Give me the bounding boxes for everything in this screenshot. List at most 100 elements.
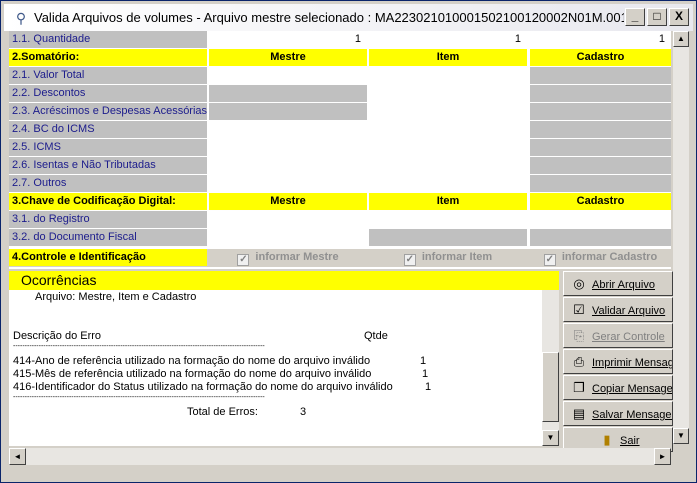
- registro-item: [369, 211, 527, 228]
- quantidade-mestre: 1: [209, 31, 367, 48]
- error-415: 415-Mês de referência utilizado na forma…: [13, 368, 372, 380]
- label-valor-total: 2.1. Valor Total: [9, 67, 207, 84]
- ocorrencias-title: Ocorrências: [9, 271, 559, 290]
- app-icon: ⚲: [15, 9, 27, 26]
- error-414: 414-Ano de referência utilizado na forma…: [13, 355, 371, 367]
- documento-cadastro: [530, 229, 671, 246]
- ocorrencias-text[interactable]: Arquivo: Mestre, Item e Cadastro Descriç…: [9, 290, 542, 446]
- ocorrencias-arquivo: Arquivo: Mestre, Item e Cadastro: [35, 291, 197, 303]
- registro-mestre: [209, 211, 367, 228]
- bc-icms-mestre: [209, 121, 367, 138]
- check-icon: ✓: [403, 254, 416, 266]
- total-label: Total de Erros:: [187, 406, 258, 418]
- validation-grid: 1.1. Quantidade 1 1 1 2.Somatório: Mestr…: [9, 31, 671, 269]
- ocorrencias-scroll-thumb[interactable]: [542, 352, 559, 422]
- informar-mestre-label: informar Mestre: [255, 251, 339, 263]
- row-bc-icms: 2.4. BC do ICMS: [9, 121, 671, 139]
- descontos-mestre: [209, 85, 367, 102]
- outros-mestre: [209, 175, 367, 192]
- label-isentas: 2.6. Isentas e Não Tributadas: [9, 157, 207, 174]
- label-descontos: 2.2. Descontos: [9, 85, 207, 102]
- informar-cadastro-label: informar Cadastro: [561, 251, 658, 263]
- row-outros: 2.7. Outros: [9, 175, 671, 193]
- ocorrencias-scroll-down[interactable]: ▼: [542, 430, 559, 446]
- main-vertical-scrollbar[interactable]: ▲ ▼: [673, 31, 689, 444]
- label-do-registro: 3.1. do Registro: [9, 211, 207, 228]
- label-icms: 2.5. ICMS: [9, 139, 207, 156]
- somatorio-header: 2.Somatório:: [9, 49, 207, 66]
- isentas-cadastro: [530, 157, 671, 174]
- bc-icms-cadastro: [530, 121, 671, 138]
- row-do-registro: 3.1. do Registro: [9, 211, 671, 229]
- somatorio-col-cadastro: Cadastro: [530, 49, 671, 66]
- scroll-up-button[interactable]: ▲: [673, 31, 689, 47]
- row-chave-header: 3.Chave de Codificação Digital: Mestre I…: [9, 193, 671, 211]
- window-title: Valida Arquivos de volumes - Arquivo mes…: [34, 10, 624, 25]
- label-acrescimos: 2.3. Acréscimos e Despesas Acessórias: [9, 103, 207, 120]
- controle-header: 4.Controle e Identificação: [9, 249, 207, 266]
- error-415-qtde: 1: [422, 368, 429, 380]
- row-isentas: 2.6. Isentas e Não Tributadas: [9, 157, 671, 175]
- outros-cadastro: [530, 175, 671, 192]
- imprimir-mensagens-button[interactable]: ⎙Imprimir Mensagens: [563, 349, 673, 374]
- valor-total-item: [369, 67, 527, 84]
- error-416-qtde: 1: [425, 381, 432, 393]
- abrir-arquivo-button[interactable]: ◎ Abrir Arquivo: [563, 271, 673, 296]
- informar-item-checkbox[interactable]: ✓ informar Item: [369, 249, 527, 266]
- main-horizontal-scrollbar[interactable]: ◄ ►: [9, 448, 671, 465]
- error-414-qtde: 1: [420, 355, 427, 367]
- isentas-item: [369, 157, 527, 174]
- row-quantidade: 1.1. Quantidade 1 1 1: [9, 31, 671, 49]
- row-valor-total: 2.1. Valor Total: [9, 67, 671, 85]
- informar-item-label: informar Item: [421, 251, 493, 263]
- separator-top: ----------------------------------------…: [13, 343, 265, 350]
- scroll-left-button[interactable]: ◄: [9, 448, 26, 465]
- desc-header: Descrição do Erro: [13, 330, 102, 342]
- printer-icon: ⎙: [573, 354, 585, 369]
- row-controle: 4.Controle e Identificação ✓ informar Mes…: [9, 249, 671, 267]
- chave-col-cadastro: Cadastro: [530, 193, 671, 210]
- quantidade-cadastro: 1: [530, 31, 671, 48]
- row-icms: 2.5. ICMS: [9, 139, 671, 157]
- status-bar: [4, 467, 693, 482]
- descontos-item: [369, 85, 527, 102]
- outros-item: [369, 175, 527, 192]
- validar-arquivo-button[interactable]: ☑ Validar Arquivo: [563, 297, 673, 322]
- window-controls: _ □ X: [625, 8, 689, 26]
- minimize-button[interactable]: _: [625, 8, 645, 26]
- label-outros: 2.7. Outros: [9, 175, 207, 192]
- valor-total-cadastro: [530, 67, 671, 84]
- row-somatorio-header: 2.Somatório: Mestre Item Cadastro: [9, 49, 671, 67]
- salvar-mensagens-button[interactable]: ▤Salvar Mensagens: [563, 401, 673, 426]
- maximize-button[interactable]: □: [647, 8, 667, 26]
- row-descontos: 2.2. Descontos: [9, 85, 671, 103]
- quantidade-item: 1: [369, 31, 527, 48]
- check-icon: ✓: [237, 254, 250, 266]
- scroll-right-button[interactable]: ►: [654, 448, 671, 465]
- registro-cadastro: [530, 211, 671, 228]
- scroll-down-button[interactable]: ▼: [673, 428, 689, 444]
- copy-icon: ❐: [573, 380, 585, 395]
- somatorio-col-mestre: Mestre: [209, 49, 367, 66]
- icms-mestre: [209, 139, 367, 156]
- qtde-header: Qtde: [364, 330, 388, 342]
- separator-bottom: ----------------------------------------…: [13, 394, 265, 401]
- row-do-documento: 3.2. do Documento Fiscal: [9, 229, 671, 247]
- chave-col-mestre: Mestre: [209, 193, 367, 210]
- gerar-controle-button[interactable]: ⎘ Gerar Controle: [563, 323, 673, 348]
- total-value: 3: [300, 406, 307, 418]
- check-icon: ✓: [543, 254, 556, 266]
- isentas-mestre: [209, 157, 367, 174]
- ocorrencias-scrollbar[interactable]: ▼: [542, 290, 559, 446]
- error-416: 416-Identificador do Status utilizado na…: [13, 381, 393, 393]
- copiar-mensagens-button[interactable]: ❐Copiar Mensagens: [563, 375, 673, 400]
- somatorio-col-item: Item: [369, 49, 527, 66]
- informar-mestre-checkbox[interactable]: ✓ informar Mestre: [209, 249, 367, 266]
- close-button[interactable]: X: [669, 8, 689, 26]
- label-bc-icms: 2.4. BC do ICMS: [9, 121, 207, 138]
- descontos-cadastro: [530, 85, 671, 102]
- acrescimos-item: [369, 103, 527, 120]
- acrescimos-mestre: [209, 103, 367, 120]
- informar-cadastro-checkbox[interactable]: ✓ informar Cadastro: [530, 249, 671, 266]
- bc-icms-item: [369, 121, 527, 138]
